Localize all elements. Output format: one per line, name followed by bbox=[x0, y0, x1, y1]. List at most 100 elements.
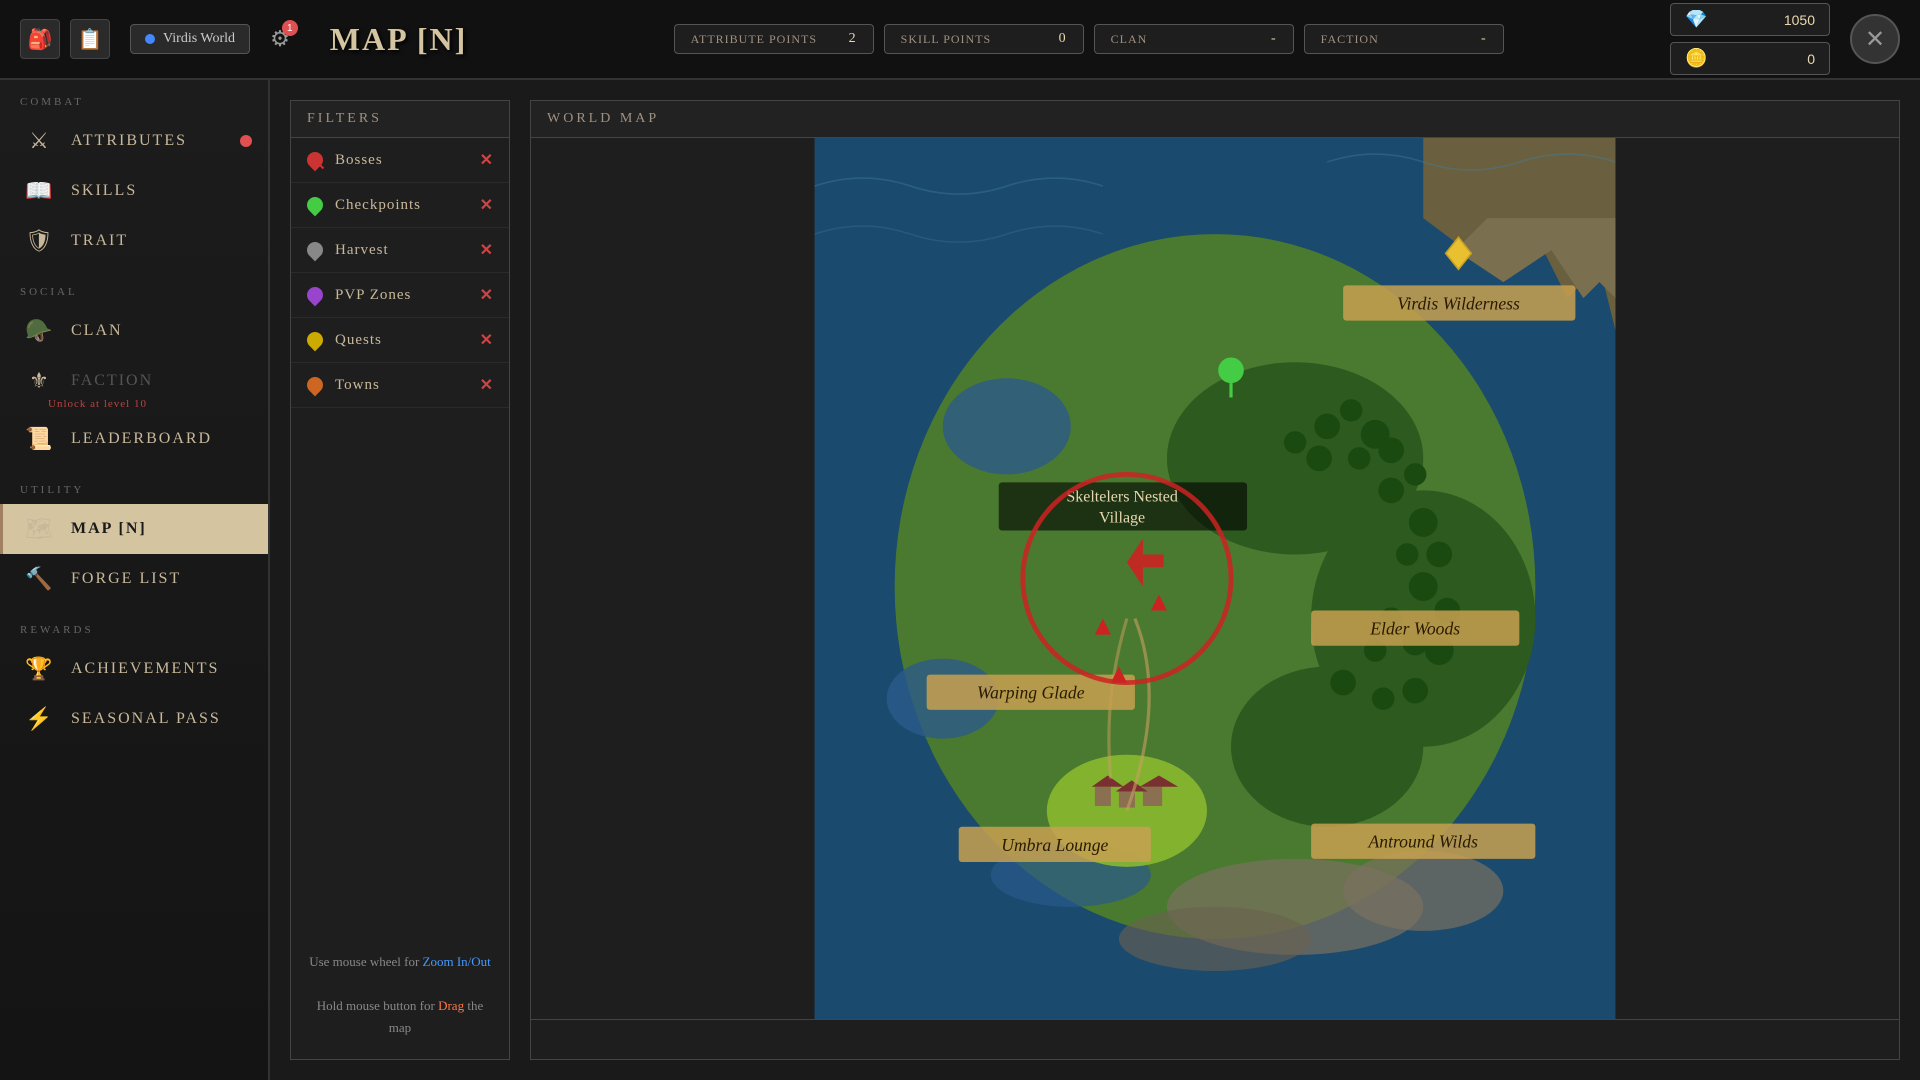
svg-text:Warping Glade: Warping Glade bbox=[977, 683, 1085, 703]
bosses-toggle[interactable]: ✕ bbox=[480, 150, 493, 170]
leaderboard-label: LEADERBOARD bbox=[71, 430, 212, 448]
currency-row-1: 💎 1050 bbox=[1670, 3, 1830, 36]
map-inner: Virdis Wilderness Elder Woods Warping Gl… bbox=[531, 138, 1899, 1019]
leaderboard-icon: 📜 bbox=[23, 426, 55, 452]
filter-pvp[interactable]: PVP Zones ✕ bbox=[291, 273, 509, 318]
attributes-label: ATTRIBUTES bbox=[71, 132, 187, 150]
attribute-points-label: ATTRIBUTE POINTS bbox=[691, 32, 817, 47]
faction-nav-label: FACTION bbox=[71, 372, 153, 390]
faction-icon: ⚜ bbox=[23, 368, 55, 394]
attributes-notif bbox=[240, 135, 252, 147]
sidebar-section-rewards: REWARDS 🏆 ACHIEVEMENTS ⚡ SEASONAL PASS bbox=[0, 608, 268, 748]
sidebar-item-faction[interactable]: ⚜ FACTION bbox=[0, 356, 268, 406]
filters-header: FILTERS bbox=[290, 100, 510, 137]
checkpoints-toggle[interactable]: ✕ bbox=[480, 195, 493, 215]
seasonal-icon: ⚡ bbox=[23, 706, 55, 732]
filter-towns[interactable]: Towns ✕ bbox=[291, 363, 509, 408]
towns-dot bbox=[304, 374, 327, 397]
sidebar-item-clan[interactable]: 🪖 CLAN bbox=[0, 306, 268, 356]
pvp-label: PVP Zones bbox=[335, 287, 468, 304]
sidebar-item-leaderboard[interactable]: 📜 LEADERBOARD bbox=[0, 414, 268, 464]
quests-toggle[interactable]: ✕ bbox=[480, 330, 493, 350]
filter-checkpoints[interactable]: Checkpoints ✕ bbox=[291, 183, 509, 228]
skill-points-btn[interactable]: SKILL POINTS 0 bbox=[884, 24, 1084, 54]
hint1-text: Use mouse wheel for bbox=[309, 954, 422, 969]
filter-quests[interactable]: Quests ✕ bbox=[291, 318, 509, 363]
checkpoints-label: Checkpoints bbox=[335, 197, 468, 214]
harvest-toggle[interactable]: ✕ bbox=[480, 240, 493, 260]
page-title: MAP [N] bbox=[330, 21, 468, 58]
inventory-icon[interactable]: 🎒 bbox=[20, 19, 60, 59]
seasonal-label: SEASONAL PASS bbox=[71, 710, 221, 728]
trait-label: TRAIT bbox=[71, 232, 128, 250]
pvp-dot bbox=[304, 284, 327, 307]
settings-icon[interactable]: ⚙ 1 bbox=[270, 26, 290, 52]
map-icon: 🗺 bbox=[23, 516, 55, 542]
hint2-text: Hold mouse button for bbox=[317, 998, 438, 1013]
forge-icon: 🔨 bbox=[23, 566, 55, 592]
world-map-svg: Virdis Wilderness Elder Woods Warping Gl… bbox=[531, 138, 1899, 1019]
world-tab-label: Virdis World bbox=[163, 31, 235, 47]
towns-label: Towns bbox=[335, 377, 468, 394]
map-label: MAP [N] bbox=[71, 520, 147, 538]
top-bar: 🎒 📋 Virdis World ⚙ 1 MAP [N] ATTRIBUTE P… bbox=[0, 0, 1920, 80]
sidebar-item-trait[interactable]: 🛡 TRAIT bbox=[0, 216, 268, 266]
skill-points-value: 0 bbox=[1059, 31, 1067, 47]
sidebar-section-combat-label: COMBAT bbox=[0, 96, 268, 116]
svg-text:Antround Wilds: Antround Wilds bbox=[1368, 832, 1479, 852]
sidebar-item-achievements[interactable]: 🏆 ACHIEVEMENTS bbox=[0, 644, 268, 694]
currency-area: 💎 1050 🪙 0 bbox=[1670, 3, 1830, 75]
sidebar-item-map[interactable]: 🗺 MAP [N] bbox=[0, 504, 268, 554]
sidebar-item-skills[interactable]: 📖 SKILLS bbox=[0, 166, 268, 216]
attribute-points-value: 2 bbox=[849, 31, 857, 47]
clan-btn[interactable]: CLAN - bbox=[1094, 24, 1294, 54]
currency-row-2: 🪙 0 bbox=[1670, 42, 1830, 75]
close-button[interactable]: ✕ bbox=[1850, 14, 1900, 64]
sidebar-section-social: SOCIAL 🪖 CLAN ⚜ FACTION Unlock at level … bbox=[0, 270, 268, 468]
achievements-label: ACHIEVEMENTS bbox=[71, 660, 219, 678]
settings-badge: 1 bbox=[282, 20, 298, 36]
book-icon: 📖 bbox=[23, 178, 55, 204]
world-tab[interactable]: Virdis World bbox=[130, 24, 250, 54]
stat-buttons: ATTRIBUTE POINTS 2 SKILL POINTS 0 CLAN -… bbox=[527, 24, 1650, 54]
quests-dot bbox=[304, 329, 327, 352]
faction-value: - bbox=[1481, 31, 1487, 47]
sidebar-section-combat: COMBAT ⚔ ATTRIBUTES 📖 SKILLS 🛡 TRAIT bbox=[0, 80, 268, 270]
map-header: WORLD MAP bbox=[530, 100, 1900, 137]
harvest-dot bbox=[304, 239, 327, 262]
filters-list: Bosses ✕ Checkpoints ✕ Harvest ✕ PVP Zon… bbox=[290, 137, 510, 1060]
sidebar-item-attributes[interactable]: ⚔ ATTRIBUTES bbox=[0, 116, 268, 166]
filter-harvest[interactable]: Harvest ✕ bbox=[291, 228, 509, 273]
top-left-icons: 🎒 📋 bbox=[20, 19, 110, 59]
coin-icon: 🪙 bbox=[1685, 48, 1707, 69]
sword-icon: ⚔ bbox=[23, 128, 55, 154]
towns-toggle[interactable]: ✕ bbox=[480, 375, 493, 395]
svg-text:Skeltelers Nested: Skeltelers Nested bbox=[1066, 489, 1178, 506]
clan-icon: 🪖 bbox=[23, 318, 55, 344]
world-map-panel: WORLD MAP bbox=[530, 100, 1900, 1060]
sidebar-item-seasonal[interactable]: ⚡ SEASONAL PASS bbox=[0, 694, 268, 744]
skills-label: SKILLS bbox=[71, 182, 137, 200]
forge-label: FORGE LIST bbox=[71, 570, 181, 588]
hint2b-text: Drag bbox=[438, 998, 464, 1013]
svg-text:Elder Woods: Elder Woods bbox=[1369, 619, 1460, 639]
sidebar-section-rewards-label: REWARDS bbox=[0, 624, 268, 644]
document-icon[interactable]: 📋 bbox=[70, 19, 110, 59]
attribute-points-btn[interactable]: ATTRIBUTE POINTS 2 bbox=[674, 24, 874, 54]
clan-nav-label: CLAN bbox=[71, 322, 123, 340]
checkpoints-dot bbox=[304, 194, 327, 217]
bosses-label: Bosses bbox=[335, 152, 468, 169]
sidebar-section-utility-label: UTILITY bbox=[0, 484, 268, 504]
svg-text:Virdis Wilderness: Virdis Wilderness bbox=[1397, 293, 1520, 313]
map-container[interactable]: Virdis Wilderness Elder Woods Warping Gl… bbox=[530, 137, 1900, 1020]
filter-bosses[interactable]: Bosses ✕ bbox=[291, 138, 509, 183]
pvp-toggle[interactable]: ✕ bbox=[480, 285, 493, 305]
coin-value: 0 bbox=[1807, 51, 1815, 67]
clan-label: CLAN bbox=[1111, 32, 1148, 47]
faction-btn[interactable]: FACTION - bbox=[1304, 24, 1504, 54]
sidebar-section-social-label: SOCIAL bbox=[0, 286, 268, 306]
sidebar-item-forge[interactable]: 🔨 FORGE LIST bbox=[0, 554, 268, 604]
gem-value: 1050 bbox=[1784, 12, 1815, 28]
clan-value: - bbox=[1271, 31, 1277, 47]
quests-label: Quests bbox=[335, 332, 468, 349]
